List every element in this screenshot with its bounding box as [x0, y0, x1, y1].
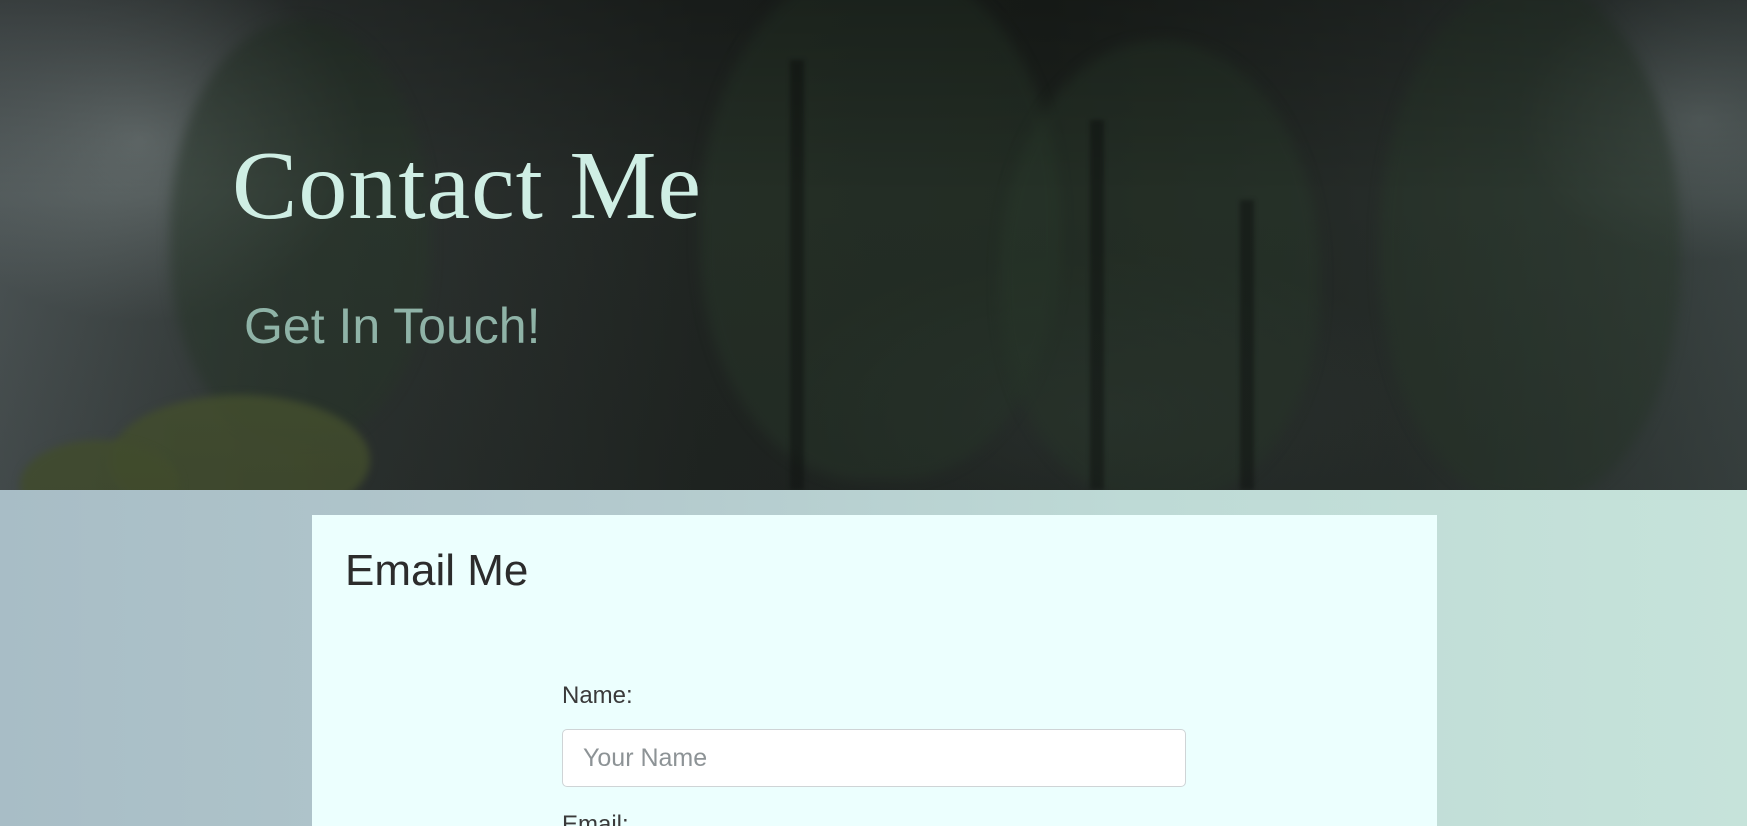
email-form-card: Email Me Name: Email: [312, 515, 1437, 826]
email-label: Email: [562, 811, 629, 826]
name-input[interactable] [562, 729, 1186, 787]
name-label: Name: [562, 682, 633, 709]
email-card-title: Email Me [345, 546, 529, 595]
hero-banner: Contact Me Get In Touch! [0, 0, 1747, 490]
page-title: Contact Me [232, 132, 702, 240]
hero-overlay [0, 0, 1747, 490]
contact-section: Email Me Name: Email: [0, 490, 1747, 826]
page-subtitle: Get In Touch! [244, 298, 541, 354]
